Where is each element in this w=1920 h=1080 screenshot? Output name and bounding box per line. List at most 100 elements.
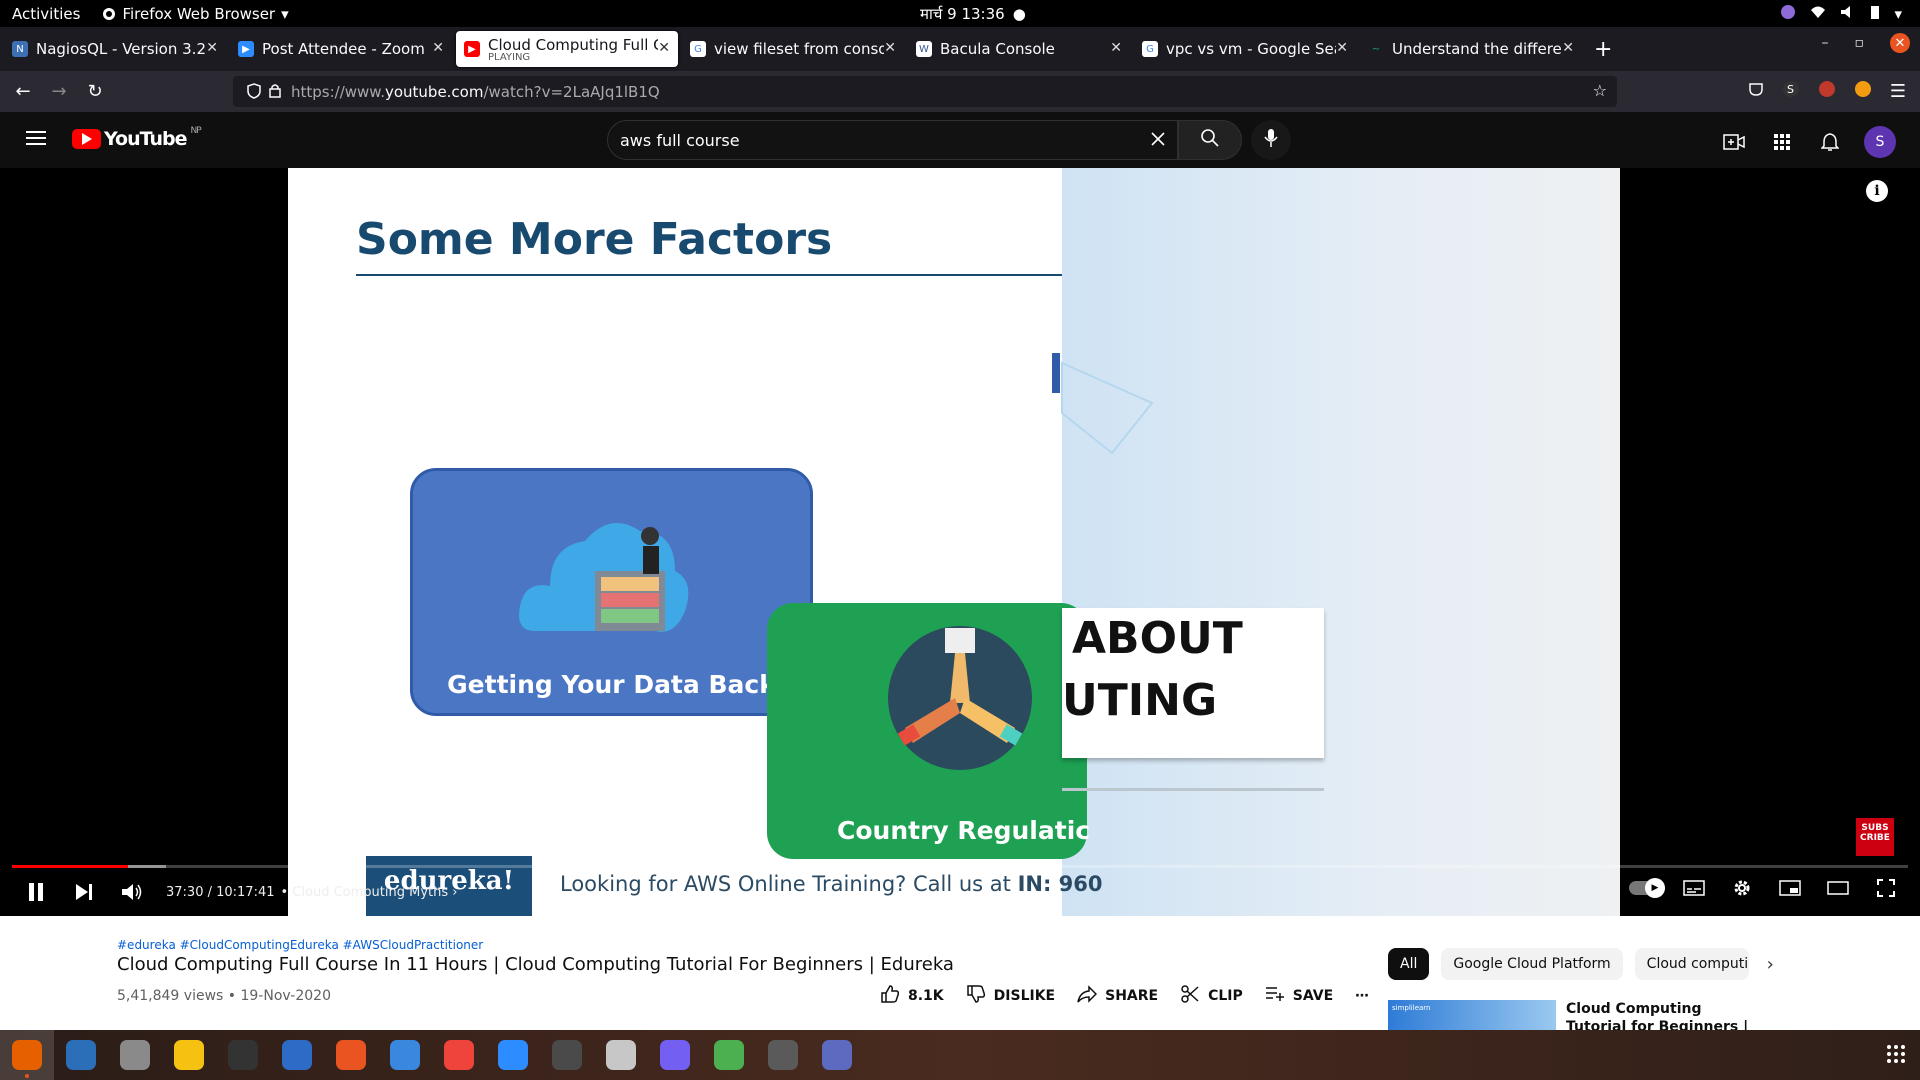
voice-search-button[interactable] [1251,120,1291,160]
toggle-track: ▶ [1629,878,1665,898]
chevron-right-icon[interactable]: › [1767,954,1774,975]
related-thumbnail[interactable]: simplilearn [1388,1000,1556,1030]
autoplay-toggle[interactable]: ▶ [1622,878,1670,898]
ubuntu-dock [0,1030,1920,1080]
settings-gear-icon[interactable] [1718,878,1766,898]
next-button[interactable] [60,883,108,901]
tab-title: Understand the differenc [1392,40,1562,58]
like-button[interactable]: 8.1K [880,984,944,1008]
subscribe-watermark[interactable]: SUBS CRIBE [1856,818,1894,856]
menu-icon[interactable]: ☰ [1890,81,1906,102]
more-actions-icon[interactable]: ⋯ [1355,988,1369,1004]
dock-app-writer[interactable] [270,1030,324,1080]
dock-app-files[interactable] [108,1030,162,1080]
dock-app-help[interactable] [378,1030,432,1080]
dislike-button[interactable]: DISLIKE [966,984,1055,1008]
restore-button[interactable]: ▫ [1855,35,1865,51]
show-applications-icon[interactable] [1886,1044,1906,1068]
dock-app-rhythmbox[interactable] [162,1030,216,1080]
info-icon[interactable]: i [1866,180,1888,202]
pause-button[interactable] [12,882,60,902]
volume-button[interactable] [108,883,156,901]
tab-fileset[interactable]: G view fileset from console ✕ [682,31,904,67]
software-icon [336,1040,366,1070]
tab-understand[interactable]: ~ Understand the differenc ✕ [1360,31,1582,67]
close-icon[interactable]: ✕ [1562,40,1574,56]
dock-app-zoom[interactable] [486,1030,540,1080]
viber-icon [660,1040,690,1070]
save-button[interactable]: SAVE [1265,986,1333,1006]
chip-cloud-computing[interactable]: Cloud computing [1634,948,1749,980]
minimize-button[interactable]: – [1822,35,1829,51]
shield-icon[interactable] [247,83,261,103]
dislike-label: DISLIKE [993,988,1056,1004]
chip-google-cloud-platform[interactable]: Google Cloud Platform [1441,948,1623,980]
theater-mode-button[interactable] [1814,881,1862,895]
fullscreen-button[interactable] [1862,879,1910,897]
extension-icon[interactable] [1780,4,1796,24]
address-bar[interactable]: https://www. youtube.com/watch?v=2LaAJq1l… [233,76,1617,107]
app-menu[interactable]: Firefox Web Browser ▾ [102,4,289,23]
video-player[interactable]: Some More Factors Getting Your Data Back [0,168,1920,916]
pocket-icon[interactable] [1748,81,1764,101]
chip-all[interactable]: All [1388,948,1430,980]
new-tab-button[interactable]: + [1594,37,1612,62]
data-back-card: Getting Your Data Back [410,468,813,716]
dock-app-terminal[interactable] [216,1030,270,1080]
close-icon[interactable]: ✕ [884,40,896,56]
miniplayer-button[interactable] [1766,880,1814,896]
close-icon[interactable]: ✕ [1336,40,1348,56]
dock-app-anydesk[interactable] [432,1030,486,1080]
close-icon[interactable]: ✕ [206,40,218,56]
system-tray[interactable]: ▾ [1780,4,1902,24]
chapter-title[interactable]: • Cloud Computing Myths › [281,885,458,900]
avatar[interactable]: S [1864,126,1896,158]
hashtags[interactable]: #edureka #CloudComputingEdureka #AWSClou… [117,938,483,952]
clear-search-icon[interactable] [1149,130,1167,152]
hamburger-menu-icon[interactable] [26,130,46,150]
thumbs-down-icon [966,984,986,1008]
lock-icon[interactable] [269,83,281,102]
dock-app-settings[interactable] [756,1030,810,1080]
dock-app-viber[interactable] [648,1030,702,1080]
chevron-down-icon: ▾ [281,4,289,23]
tab-youtube[interactable]: ▶ Cloud Computing Full Co PLAYING ✕ [456,31,678,67]
dock-app-software[interactable] [324,1030,378,1080]
adblock-icon[interactable] [1818,80,1836,102]
forward-button[interactable]: → [44,81,74,102]
dock-app-chrome[interactable] [702,1030,756,1080]
clip-button[interactable]: CLIP [1180,984,1243,1008]
close-icon[interactable]: ✕ [1110,40,1122,56]
subtitles-button[interactable] [1670,880,1718,896]
account-icon[interactable]: S [1782,80,1800,102]
extension-icon[interactable] [1854,80,1872,102]
youtube-logo[interactable]: YouTube NP [72,126,202,150]
dock-app-screenshot[interactable] [594,1030,648,1080]
help-icon [390,1040,420,1070]
notifications-bell-icon[interactable] [1806,132,1854,152]
tab-zoom[interactable]: ▶ Post Attendee - Zoom ✕ [230,31,452,67]
search-button[interactable] [1178,120,1242,160]
share-button[interactable]: SHARE [1077,985,1158,1007]
search-input[interactable]: aws full course [607,120,1178,160]
tab-vpc-search[interactable]: G vpc vs vm - Google Search ✕ [1134,31,1356,67]
dock-app-remmina[interactable] [810,1030,864,1080]
apps-grid-icon[interactable] [1758,133,1806,151]
tab-title: view fileset from console [714,40,884,58]
tab-bacula[interactable]: W Bacula Console ✕ [908,31,1130,67]
dock-app-clock[interactable] [540,1030,594,1080]
dock-app-firefox[interactable] [0,1030,54,1080]
clock[interactable]: मार्च 9 13:36 ● [920,4,1026,24]
reload-button[interactable]: ↻ [80,81,110,102]
close-icon[interactable]: ✕ [658,40,670,56]
close-icon[interactable]: ✕ [432,40,444,56]
bookmark-star-icon[interactable]: ☆ [1593,81,1607,100]
dock-app-thunderbird[interactable] [54,1030,108,1080]
create-video-icon[interactable] [1710,134,1758,150]
close-window-button[interactable]: ✕ [1890,33,1910,53]
back-button[interactable]: ← [8,81,38,102]
activities-button[interactable]: Activities [12,5,80,23]
about-line1: ABOUT [1072,613,1243,664]
nagios-favicon-icon: N [12,41,28,57]
tab-nagiosql[interactable]: N NagiosQL - Version 3.2.0 ✕ [4,31,226,67]
